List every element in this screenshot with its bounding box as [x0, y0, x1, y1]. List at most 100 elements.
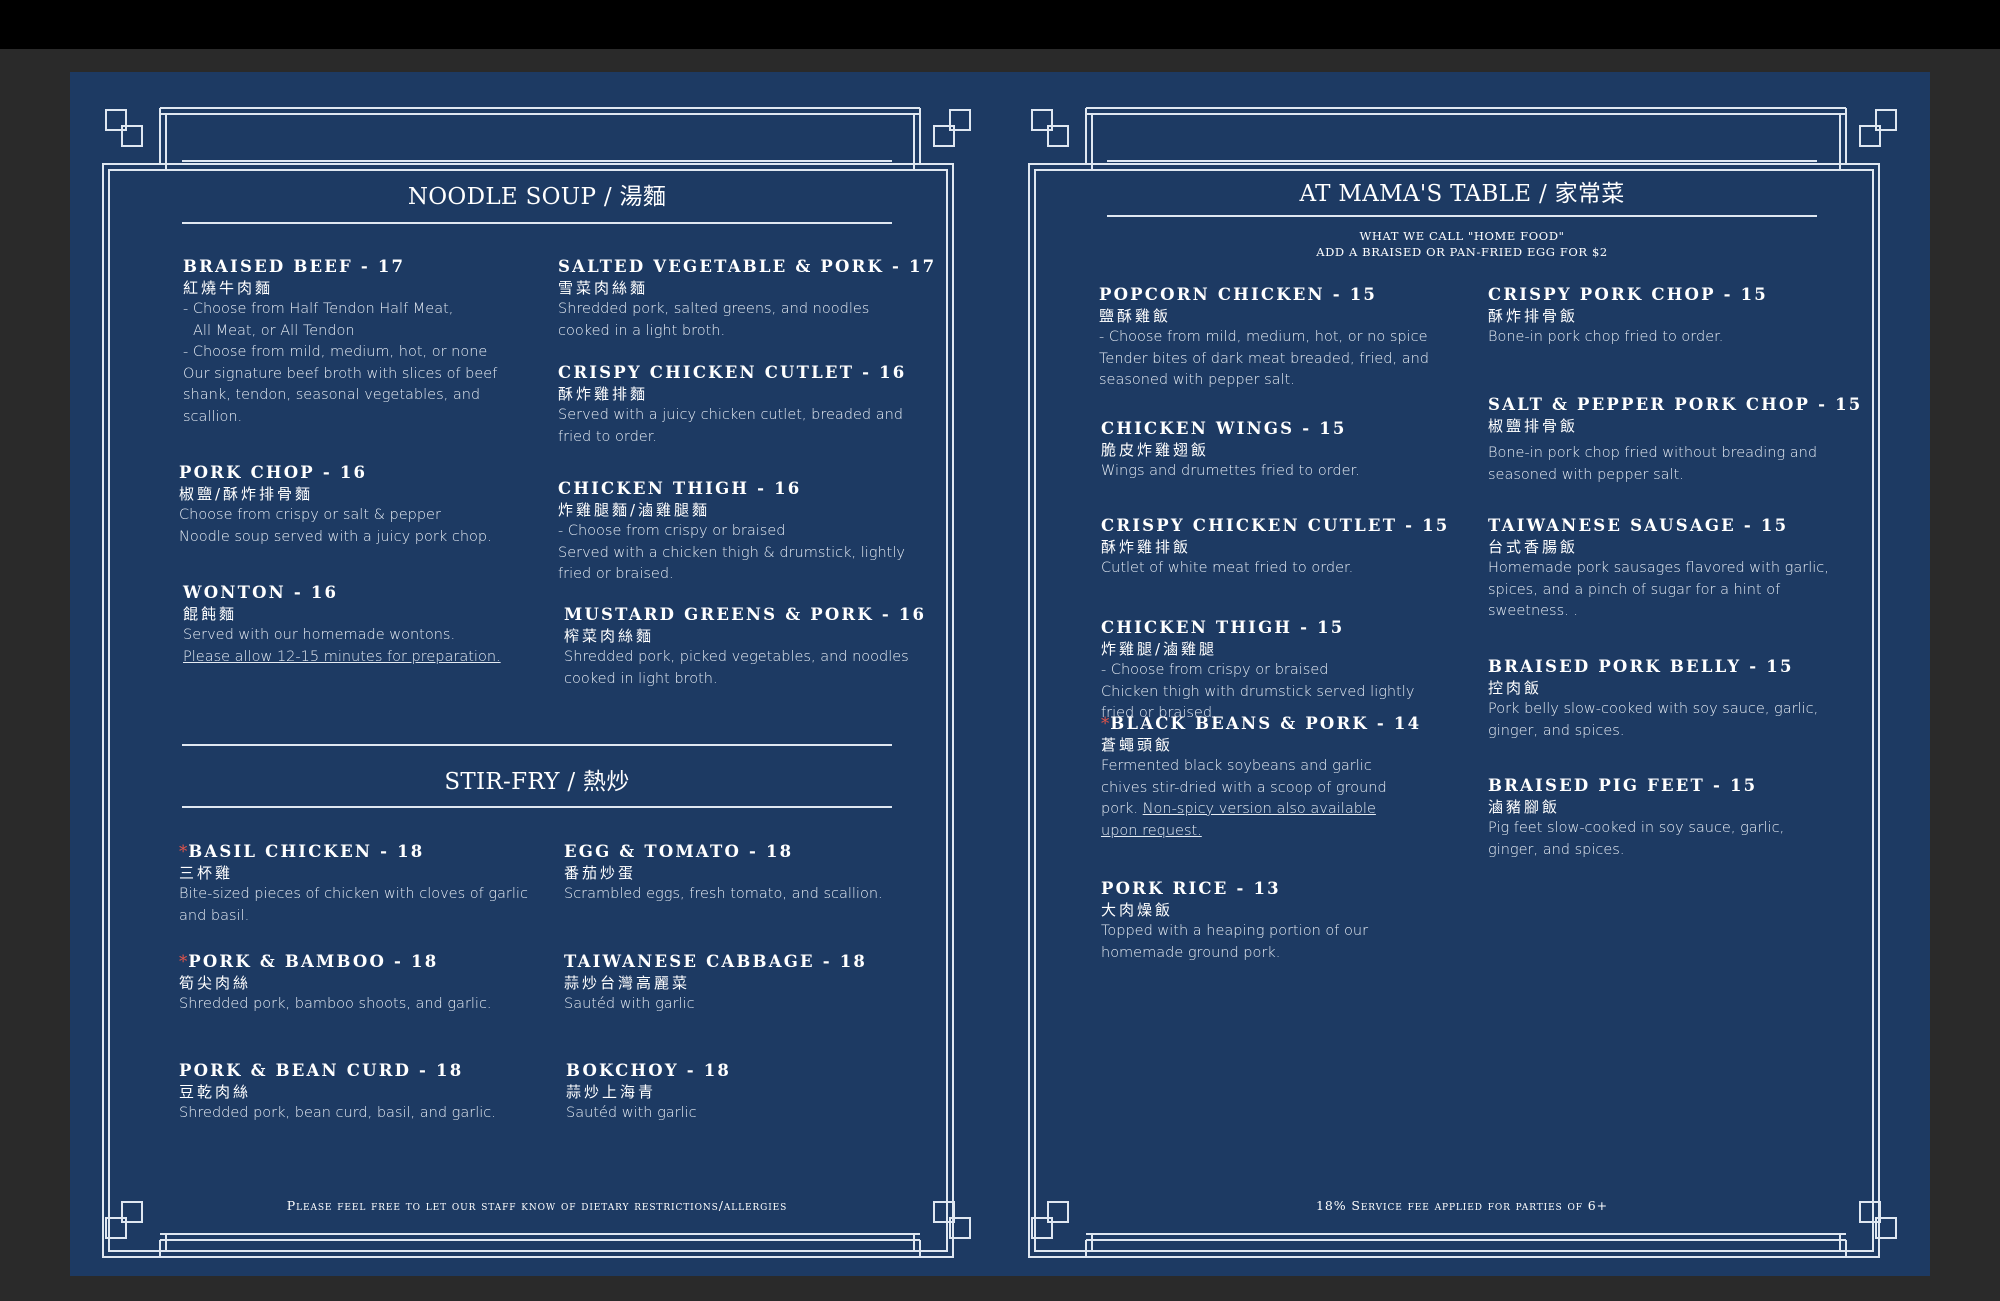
item-chinese-name: 紅燒牛肉麵	[183, 279, 274, 297]
section-title-mamas-table: AT MAMA'S TABLE / 家常菜	[1299, 181, 1625, 207]
item-chinese-name: 大肉燥飯	[1101, 901, 1174, 919]
menu-item: *PORK & BAMBOO - 18 筍尖肉絲 Shredded pork, …	[179, 951, 529, 1016]
item-description: Shredded pork, picked vegetables, and no…	[564, 649, 909, 687]
menu-page-right: AT MAMA'S TABLE / 家常菜 What we call "home…	[996, 72, 1926, 1276]
item-chinese-name: 控肉飯	[1488, 679, 1543, 697]
divider-line	[182, 222, 892, 224]
menu-item: CRISPY CHICKEN CUTLET - 16 酥炸雞排麵 Served …	[558, 362, 908, 448]
item-description: Choose from crispy or salt & pepper Nood…	[179, 507, 492, 545]
item-description: Cutlet of white meat fried to order.	[1101, 560, 1354, 576]
item-description: Scrambled eggs, fresh tomato, and scalli…	[564, 886, 883, 902]
item-description: - Choose from crispy or braised Served w…	[558, 523, 905, 582]
menu-item: CHICKEN THIGH - 16 炸雞腿麵/滷雞腿麵 - Choose fr…	[558, 478, 908, 586]
item-chinese-name: 炸雞腿/滷雞腿	[1101, 640, 1218, 658]
menu-item: BRAISED PIG FEET - 15 滷豬腳飯 Pig feet slow…	[1488, 775, 1838, 861]
item-name: PORK CHOP - 16	[179, 463, 368, 482]
menu-item: WONTON - 16 餛飩麵 Served with our homemade…	[183, 582, 533, 668]
divider-line	[182, 160, 892, 162]
item-chinese-name: 椒鹽排骨飯	[1488, 417, 1579, 435]
item-name: CRISPY CHICKEN CUTLET - 16	[558, 363, 907, 382]
divider-line	[182, 806, 892, 808]
item-name: *BASIL CHICKEN - 18	[179, 842, 425, 861]
item-description: Served with a juicy chicken cutlet, brea…	[558, 407, 904, 445]
item-description: - Choose from Half Tendon Half Meat, All…	[183, 301, 498, 425]
item-name: TAIWANESE CABBAGE - 18	[564, 952, 868, 971]
divider-line	[1107, 160, 1817, 162]
menu-item: MUSTARD GREENS & PORK - 16 榨菜肉絲麵 Shredde…	[564, 604, 927, 690]
menu-item: BRAISED BEEF - 17 紅燒牛肉麵 - Choose from Ha…	[183, 256, 533, 428]
menu-item: TAIWANESE CABBAGE - 18 蒜炒台灣高麗菜 Sautéd wi…	[564, 951, 914, 1016]
item-name: CHICKEN THIGH - 15	[1101, 618, 1345, 637]
menu-item: CRISPY PORK CHOP - 15 酥炸排骨飯 Bone-in pork…	[1488, 284, 1838, 349]
menu-item: CRISPY CHICKEN CUTLET - 15 酥炸雞排飯 Cutlet …	[1101, 515, 1451, 580]
item-chinese-name: 酥炸排骨飯	[1488, 307, 1579, 325]
menu-item: TAIWANESE SAUSAGE - 15 台式香腸飯 Homemade po…	[1488, 515, 1838, 623]
item-description: Shredded pork, bamboo shoots, and garlic…	[179, 996, 492, 1012]
item-name: BRAISED BEEF - 17	[183, 257, 406, 276]
menu-item: EGG & TOMATO - 18 番茄炒蛋 Scrambled eggs, f…	[564, 841, 914, 906]
item-name: CHICKEN WINGS - 15	[1101, 419, 1347, 438]
item-chinese-name: 蒜炒上海青	[566, 1083, 657, 1101]
item-description: Wings and drumettes fried to order.	[1101, 463, 1360, 479]
item-description: Sautéd with garlic	[566, 1105, 697, 1121]
menu-page-left: NOODLE SOUP / 湯麵 BRAISED BEEF - 17 紅燒牛肉麵…	[70, 72, 1000, 1276]
item-name: SALTED VEGETABLE & PORK - 17	[558, 257, 937, 276]
item-chinese-name: 番茄炒蛋	[564, 864, 637, 882]
divider-line	[182, 744, 892, 746]
item-name: CRISPY CHICKEN CUTLET - 15	[1101, 516, 1450, 535]
item-description: Topped with a heaping portion of our hom…	[1101, 923, 1369, 961]
menu-item: CHICKEN WINGS - 15 脆皮炸雞翅飯 Wings and drum…	[1101, 418, 1451, 483]
divider-line	[1107, 215, 1817, 217]
item-name: SALT & PEPPER PORK CHOP - 15	[1488, 395, 1863, 414]
item-chinese-name: 筍尖肉絲	[179, 974, 252, 992]
menu-item: PORK & BEAN CURD - 18 豆乾肉絲 Shredded pork…	[179, 1060, 529, 1125]
non-spicy-note: Non-spicy version also available upon re…	[1101, 801, 1376, 839]
menu-sheet: NOODLE SOUP / 湯麵 BRAISED BEEF - 17 紅燒牛肉麵…	[70, 72, 1930, 1276]
item-chinese-name: 鹽酥雞飯	[1099, 307, 1172, 325]
section-subtitle: What we call "home food"	[1359, 229, 1565, 243]
footer-note: 18% Service fee applied for parties of 6…	[1316, 1198, 1608, 1213]
item-name: *BLACK BEANS & PORK - 14	[1101, 714, 1422, 733]
spicy-star-icon: *	[179, 952, 188, 971]
spicy-star-icon: *	[179, 842, 188, 861]
item-name: BOKCHOY - 18	[566, 1061, 732, 1080]
item-description: Fermented black soybeans and garlic chiv…	[1101, 758, 1387, 839]
menu-item: PORK CHOP - 16 椒鹽/酥炸排骨麵 Choose from cris…	[179, 462, 529, 548]
menu-item: *BASIL CHICKEN - 18 三杯雞 Bite-sized piece…	[179, 841, 529, 927]
item-name: EGG & TOMATO - 18	[564, 842, 794, 861]
item-description: - Choose from mild, medium, hot, or no s…	[1099, 329, 1429, 388]
item-chinese-name: 椒鹽/酥炸排骨麵	[179, 485, 314, 503]
item-chinese-name: 酥炸雞排飯	[1101, 538, 1192, 556]
item-chinese-name: 酥炸雞排麵	[558, 385, 649, 403]
item-chinese-name: 豆乾肉絲	[179, 1083, 252, 1101]
item-chinese-name: 榨菜肉絲麵	[564, 627, 655, 645]
top-bar	[0, 0, 2000, 49]
item-name: BRAISED PORK BELLY - 15	[1488, 657, 1794, 676]
item-description: Shredded pork, bean curd, basil, and gar…	[179, 1105, 496, 1121]
menu-item: PORK RICE - 13 大肉燥飯 Topped with a heapin…	[1101, 878, 1451, 964]
menu-item: SALTED VEGETABLE & PORK - 17 雪菜肉絲麵 Shred…	[558, 256, 937, 342]
item-name: WONTON - 16	[183, 583, 339, 602]
item-description: Bone-in pork chop fried without breading…	[1488, 445, 1818, 483]
item-name: BRAISED PIG FEET - 15	[1488, 776, 1758, 795]
item-name: PORK RICE - 13	[1101, 879, 1281, 898]
item-chinese-name: 脆皮炸雞翅飯	[1101, 441, 1210, 459]
item-name: MUSTARD GREENS & PORK - 16	[564, 605, 927, 624]
item-name: CRISPY PORK CHOP - 15	[1488, 285, 1768, 304]
item-chinese-name: 滷豬腳飯	[1488, 798, 1561, 816]
item-description: Sautéd with garlic	[564, 996, 695, 1012]
menu-item: BOKCHOY - 18 蒜炒上海青 Sautéd with garlic	[566, 1060, 916, 1125]
item-description: Pig feet slow-cooked in soy sauce, garli…	[1488, 820, 1785, 858]
item-name: TAIWANESE SAUSAGE - 15	[1488, 516, 1789, 535]
item-name: PORK & BEAN CURD - 18	[179, 1061, 464, 1080]
menu-item: *BLACK BEANS & PORK - 14 蒼蠅頭飯 Fermented …	[1101, 713, 1451, 842]
item-chinese-name: 炸雞腿麵/滷雞腿麵	[558, 501, 711, 519]
section-title-stir-fry: STIR-FRY / 熱炒	[444, 769, 630, 795]
item-chinese-name: 台式香腸飯	[1488, 538, 1579, 556]
item-chinese-name: 三杯雞	[179, 864, 234, 882]
item-description: Bite-sized pieces of chicken with cloves…	[179, 886, 528, 924]
item-description: Bone-in pork chop fried to order.	[1488, 329, 1724, 345]
item-name: POPCORN CHICKEN - 15	[1099, 285, 1378, 304]
item-chinese-name: 蒼蠅頭飯	[1101, 736, 1174, 754]
menu-item: SALT & PEPPER PORK CHOP - 15 椒鹽排骨飯 Bone-…	[1488, 394, 1863, 486]
